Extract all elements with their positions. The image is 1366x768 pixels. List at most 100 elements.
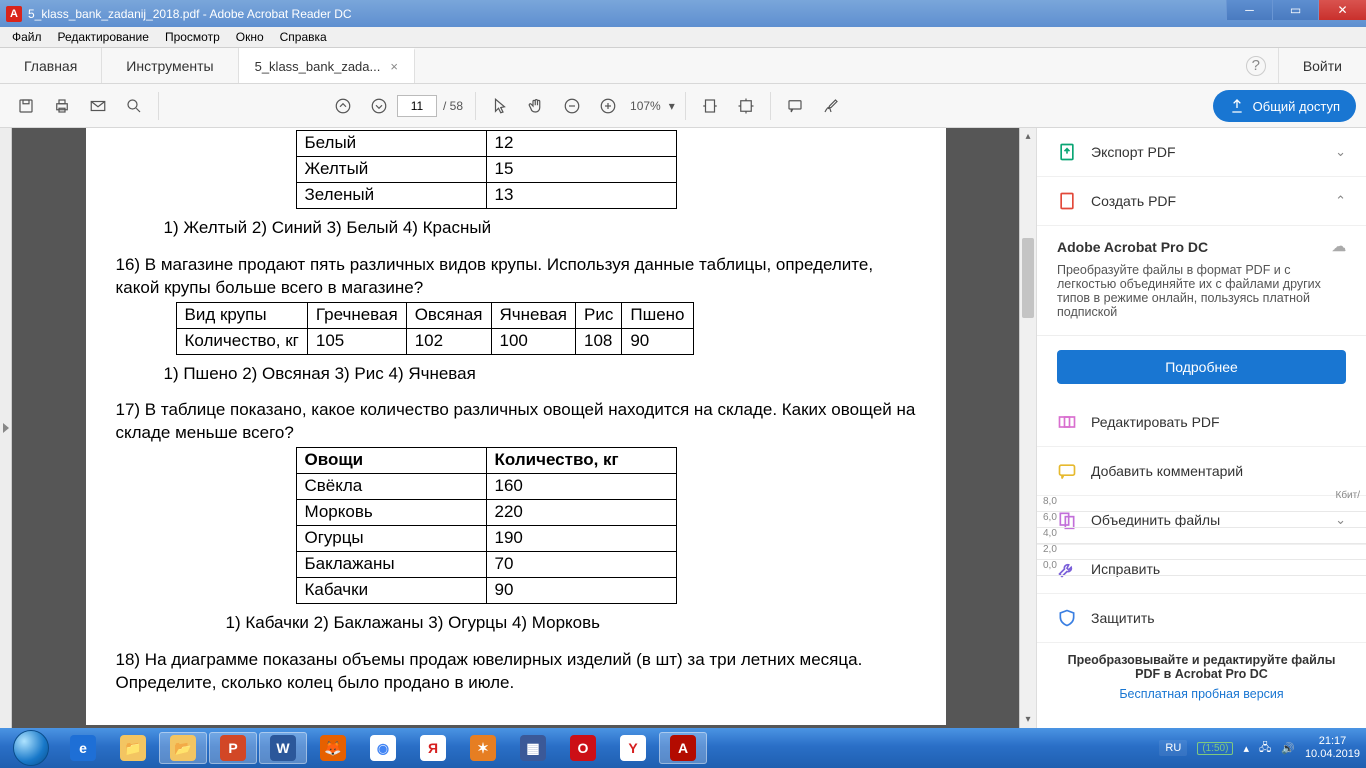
- learn-more-button[interactable]: Подробнее: [1057, 350, 1346, 384]
- menu-view[interactable]: Просмотр: [157, 28, 228, 46]
- taskbar-opera[interactable]: O: [559, 732, 607, 764]
- window-title: 5_klass_bank_zadanij_2018.pdf - Adobe Ac…: [28, 7, 352, 21]
- document-scroll[interactable]: Белый12 Желтый15 Зеленый13 1) Желтый 2) …: [12, 128, 1019, 728]
- left-panel-toggle[interactable]: [0, 128, 12, 728]
- scroll-thumb[interactable]: [1022, 238, 1034, 318]
- windows-taskbar: e 📁 📂 P W 🦊 ◉ Я ✶ ▦ O Y A RU (1:50) ▴ 🖧 …: [0, 728, 1366, 768]
- chevron-down-icon: ⌄: [1335, 144, 1346, 160]
- scroll-down-icon[interactable]: ▾: [1020, 711, 1036, 728]
- close-tab-icon[interactable]: ×: [390, 59, 398, 74]
- sidebar-fix[interactable]: Исправить: [1037, 545, 1366, 594]
- start-button[interactable]: [4, 728, 58, 768]
- sidebar-comment-label: Добавить комментарий: [1091, 463, 1243, 479]
- page-total: / 58: [443, 99, 463, 113]
- tray-battery[interactable]: (1:50): [1197, 742, 1233, 755]
- share-button[interactable]: Общий доступ: [1213, 90, 1356, 122]
- combine-icon: [1057, 510, 1077, 530]
- pro-heading: Adobe Acrobat Pro DC: [1057, 239, 1208, 255]
- toolbar: / 58 107% ▾ Общий доступ: [0, 84, 1366, 128]
- tab-document-label: 5_klass_bank_zada...: [255, 59, 381, 74]
- taskbar-explorer[interactable]: 📁: [109, 732, 157, 764]
- window-titlebar: A 5_klass_bank_zadanij_2018.pdf - Adobe …: [0, 0, 1366, 27]
- menu-file[interactable]: Файл: [4, 28, 50, 46]
- taskbar-ie[interactable]: e: [59, 732, 107, 764]
- upload-icon: [1229, 98, 1245, 114]
- vertical-scrollbar[interactable]: ▴ ▾: [1019, 128, 1036, 728]
- comment-icon[interactable]: [777, 88, 813, 124]
- taskbar-firefox[interactable]: 🦊: [309, 732, 357, 764]
- hand-icon[interactable]: [518, 88, 554, 124]
- tray-network-icon[interactable]: 🖧: [1259, 739, 1271, 758]
- sidebar-create-label: Создать PDF: [1091, 193, 1176, 209]
- taskbar-chrome[interactable]: ◉: [359, 732, 407, 764]
- menu-window[interactable]: Окно: [228, 28, 272, 46]
- pointer-icon[interactable]: [482, 88, 518, 124]
- taskbar-powerpoint[interactable]: P: [209, 732, 257, 764]
- zoom-out-icon[interactable]: [554, 88, 590, 124]
- menu-edit[interactable]: Редактирование: [50, 28, 157, 46]
- minimize-button[interactable]: ─: [1226, 0, 1272, 20]
- tab-document[interactable]: 5_klass_bank_zada... ×: [239, 48, 415, 83]
- sidebar-comment[interactable]: Добавить комментарий: [1037, 447, 1366, 496]
- zoom-dropdown-icon[interactable]: ▾: [669, 99, 675, 113]
- tray-language[interactable]: RU: [1159, 740, 1187, 756]
- q16-options: 1) Пшено 2) Овсяная 3) Рис 4) Ячневая: [164, 363, 916, 386]
- tab-home[interactable]: Главная: [0, 48, 102, 83]
- page-up-icon[interactable]: [325, 88, 361, 124]
- taskbar-word[interactable]: W: [259, 732, 307, 764]
- sign-icon[interactable]: [813, 88, 849, 124]
- acrobat-icon: A: [6, 6, 22, 22]
- tray-date: 10.04.2019: [1305, 748, 1360, 761]
- taskbar-yandex[interactable]: Я: [409, 732, 457, 764]
- sidebar-protect[interactable]: Защитить: [1037, 594, 1366, 643]
- search-icon[interactable]: [116, 88, 152, 124]
- sidebar-edit-pdf[interactable]: Редактировать PDF: [1037, 398, 1366, 447]
- table-colors: Белый12 Желтый15 Зеленый13: [296, 130, 677, 209]
- promo-text: Преобразовывайте и редактируйте файлы PD…: [1057, 653, 1346, 681]
- tray-flag-icon[interactable]: ▴: [1243, 742, 1249, 755]
- sidebar-combine[interactable]: Объединить файлы ⌄: [1037, 496, 1366, 545]
- taskbar-acrobat[interactable]: A: [659, 732, 707, 764]
- print-icon[interactable]: [44, 88, 80, 124]
- q17-options: 1) Кабачки 2) Баклажаны 3) Огурцы 4) Мор…: [226, 612, 916, 635]
- share-label: Общий доступ: [1253, 99, 1340, 114]
- login-button[interactable]: Войти: [1278, 48, 1366, 83]
- sidebar-combine-label: Объединить файлы: [1091, 512, 1220, 528]
- scroll-up-icon[interactable]: ▴: [1020, 128, 1036, 145]
- zoom-value[interactable]: 107%: [630, 99, 661, 113]
- fit-page-icon[interactable]: [728, 88, 764, 124]
- page-down-icon[interactable]: [361, 88, 397, 124]
- tray-volume-icon[interactable]: 🔊: [1281, 742, 1295, 755]
- create-pdf-icon: [1057, 191, 1077, 211]
- sidebar-create-pdf[interactable]: Создать PDF ⌃: [1037, 177, 1366, 226]
- chevron-right-icon: [3, 423, 9, 433]
- tab-row: Главная Инструменты 5_klass_bank_zada...…: [0, 48, 1366, 84]
- free-trial-link[interactable]: Бесплатная пробная версия: [1057, 687, 1346, 701]
- sidebar-export-pdf[interactable]: Экспорт PDF ⌄: [1037, 128, 1366, 177]
- kbit-label: Кбит/: [1336, 490, 1361, 501]
- edit-pdf-icon: [1057, 412, 1077, 432]
- shield-icon: [1057, 608, 1077, 628]
- page-number-input[interactable]: [397, 95, 437, 117]
- tab-tools[interactable]: Инструменты: [102, 48, 238, 83]
- save-icon[interactable]: [8, 88, 44, 124]
- sidebar-bottom-promo: Преобразовывайте и редактируйте файлы PD…: [1037, 643, 1366, 711]
- windows-orb-icon: [13, 730, 49, 766]
- table-vegetables: ОвощиКоличество, кг Свёкла160 Морковь220…: [296, 447, 677, 604]
- close-button[interactable]: ✕: [1318, 0, 1366, 20]
- sidebar-pro-promo: Adobe Acrobat Pro DC☁ Преобразуйте файлы…: [1037, 226, 1366, 336]
- taskbar-folder[interactable]: 📂: [159, 732, 207, 764]
- menu-help[interactable]: Справка: [272, 28, 335, 46]
- maximize-button[interactable]: ▭: [1272, 0, 1318, 20]
- zoom-in-icon[interactable]: [590, 88, 626, 124]
- help-icon[interactable]: ?: [1246, 56, 1266, 76]
- taskbar-app2[interactable]: ▦: [509, 732, 557, 764]
- fit-width-icon[interactable]: [692, 88, 728, 124]
- q17-text: 17) В таблице показано, какое количество…: [116, 399, 916, 445]
- system-tray: RU (1:50) ▴ 🖧 🔊 21:17 10.04.2019: [1159, 728, 1360, 768]
- tray-clock[interactable]: 21:17 10.04.2019: [1305, 735, 1360, 760]
- taskbar-app1[interactable]: ✶: [459, 732, 507, 764]
- tools-sidebar: Экспорт PDF ⌄ Создать PDF ⌃ Adobe Acroba…: [1036, 128, 1366, 728]
- mail-icon[interactable]: [80, 88, 116, 124]
- taskbar-yabrowser[interactable]: Y: [609, 732, 657, 764]
